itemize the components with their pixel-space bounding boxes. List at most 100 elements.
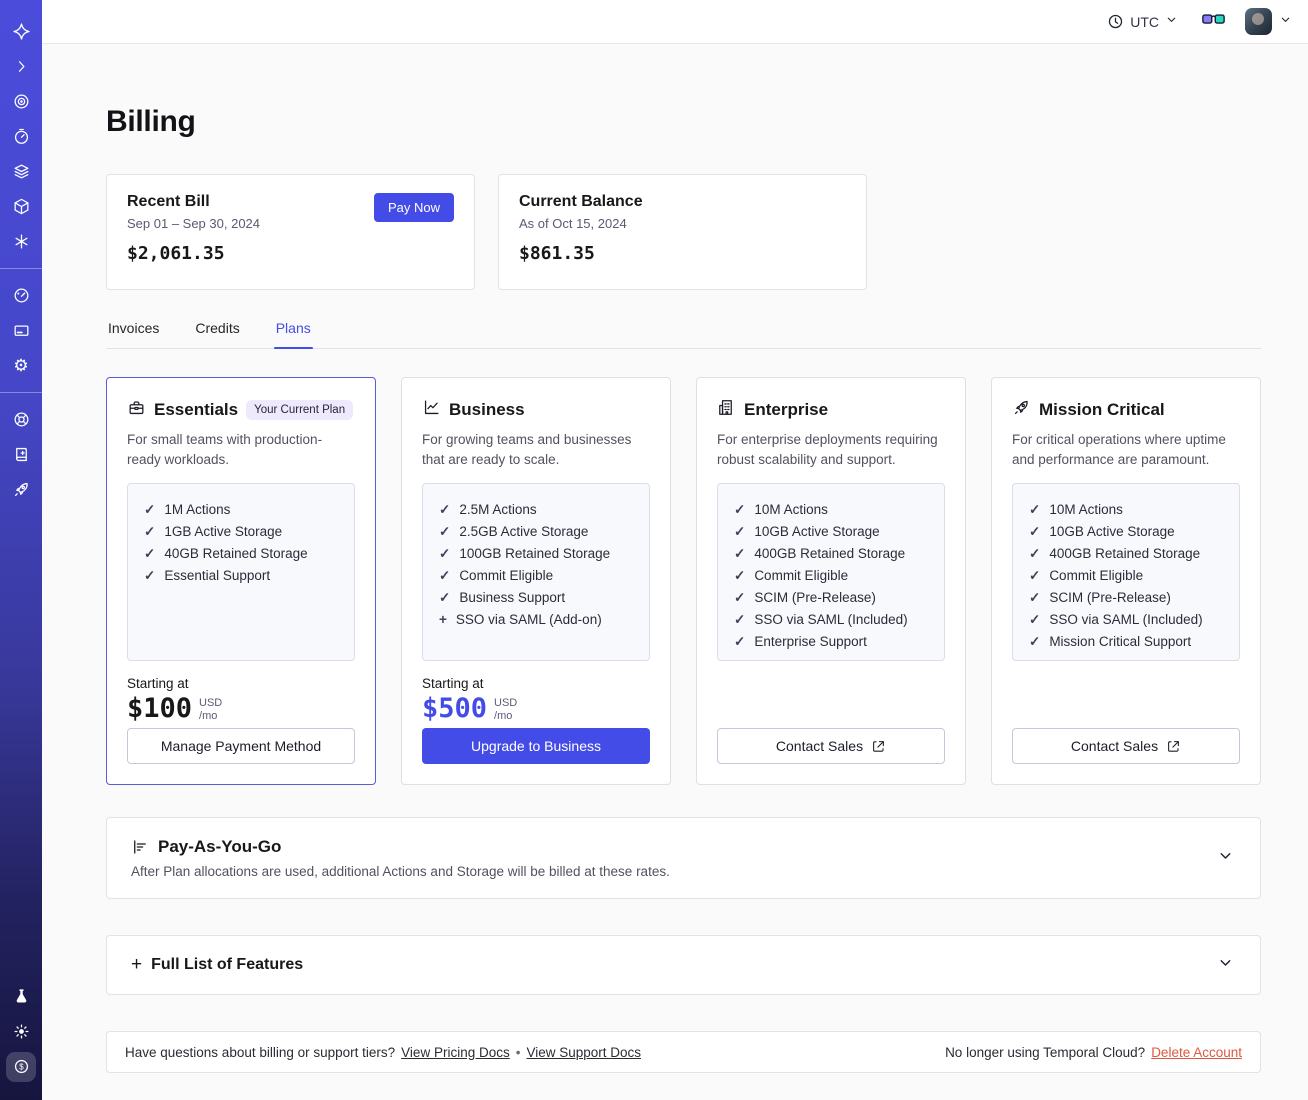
book-icon[interactable] xyxy=(6,440,36,470)
layers-icon[interactable] xyxy=(6,157,36,187)
check-icon: ✓ xyxy=(734,523,746,539)
summary-row: Recent Bill Sep 01 – Sep 30, 2024 Pay No… xyxy=(106,174,1261,290)
cube-icon[interactable] xyxy=(6,192,36,222)
feature-item: ✓ SCIM (Pre-Release) xyxy=(1029,587,1223,609)
footer-question: Have questions about billing or support … xyxy=(125,1044,396,1060)
feature-item: ✓ 1GB Active Storage xyxy=(144,521,338,543)
lifebuoy-icon[interactable] xyxy=(6,405,36,435)
delete-question: No longer using Temporal Cloud? xyxy=(945,1044,1146,1060)
check-icon: ✓ xyxy=(1029,545,1041,561)
contact-sales-button[interactable]: Contact Sales xyxy=(1012,728,1240,764)
feature-item: ✓ 10M Actions xyxy=(1029,499,1223,521)
price-area: Starting at $500 USD/mo xyxy=(422,675,518,724)
contact-sales-button[interactable]: Contact Sales xyxy=(717,728,945,764)
plus-icon: + xyxy=(439,611,447,627)
toolbox-icon xyxy=(127,398,146,422)
external-link-icon xyxy=(1168,740,1179,752)
feature-item: ✓ 400GB Retained Storage xyxy=(1029,543,1223,565)
feature-item: ✓ SSO via SAML (Included) xyxy=(1029,609,1223,631)
building-icon xyxy=(717,398,736,422)
chevron-down-icon[interactable] xyxy=(1217,954,1234,976)
tab-plans[interactable]: Plans xyxy=(273,314,313,349)
recent-bill-card: Recent Bill Sep 01 – Sep 30, 2024 Pay No… xyxy=(106,174,475,290)
check-icon: ✓ xyxy=(144,567,156,583)
flask-icon[interactable] xyxy=(6,982,36,1012)
check-icon: ✓ xyxy=(734,545,746,561)
rocket-icon[interactable] xyxy=(6,475,36,505)
check-icon: ✓ xyxy=(734,567,746,583)
sidebar-divider xyxy=(0,268,42,269)
timezone-selector[interactable]: UTC xyxy=(1107,13,1178,31)
chart-line-icon xyxy=(422,398,441,422)
chevron-down-icon[interactable] xyxy=(1217,847,1234,869)
plan-description: For small teams with production-ready wo… xyxy=(127,432,323,468)
feature-item: ✓ 2.5M Actions xyxy=(439,499,633,521)
check-icon: ✓ xyxy=(144,523,156,539)
feature-item: + SSO via SAML (Add-on) xyxy=(439,609,633,631)
delete-account-link[interactable]: Delete Account xyxy=(1151,1045,1242,1060)
feature-item: ✓ SSO via SAML (Included) xyxy=(734,609,928,631)
page-title: Billing xyxy=(106,105,196,138)
plus-icon: + xyxy=(131,954,143,975)
tab-credits[interactable]: Credits xyxy=(193,314,241,348)
gauge-icon[interactable] xyxy=(6,281,36,311)
plan-name: Mission Critical xyxy=(1039,400,1165,419)
plan-name: Essentials xyxy=(154,400,239,419)
clock-icon xyxy=(1107,13,1124,30)
manage-payment-method-button[interactable]: Manage Payment Method xyxy=(127,728,355,764)
feature-item: ✓ Mission Critical Support xyxy=(1029,631,1223,653)
feature-item: ✓ 10M Actions xyxy=(734,499,928,521)
recent-bill-title: Recent Bill xyxy=(127,193,210,210)
card-icon[interactable] xyxy=(6,316,36,346)
plan-description: For enterprise deployments requiring rob… xyxy=(717,432,938,468)
glasses-icon[interactable] xyxy=(1202,12,1225,32)
upgrade-to-business-button[interactable]: Upgrade to Business xyxy=(422,728,650,764)
check-icon: ✓ xyxy=(1029,523,1041,539)
temporal-logo-icon[interactable] xyxy=(6,17,36,47)
check-icon: ✓ xyxy=(144,501,156,517)
plan-description: For growing teams and businesses that ar… xyxy=(422,432,632,468)
svg-text:$: $ xyxy=(19,1062,24,1071)
feature-item: ✓ 100GB Retained Storage xyxy=(439,543,633,565)
chevron-right-icon[interactable] xyxy=(6,52,36,82)
current-balance-date: As of Oct 15, 2024 xyxy=(519,216,627,231)
gear-icon[interactable]: ⚙ xyxy=(6,351,36,381)
timezone-label: UTC xyxy=(1130,13,1159,30)
check-icon: ✓ xyxy=(439,523,451,539)
sun-icon[interactable] xyxy=(6,1017,36,1047)
pay-now-button[interactable]: Pay Now xyxy=(373,193,454,222)
check-icon: ✓ xyxy=(734,611,746,627)
view-support-docs-link[interactable]: View Support Docs xyxy=(526,1045,641,1060)
sidebar-divider xyxy=(0,392,42,393)
feature-item: ✓ Business Support xyxy=(439,587,633,609)
check-icon: ✓ xyxy=(1029,589,1041,605)
plan-card-enterprise: Enterprise For enterprise deployments re… xyxy=(696,377,966,785)
feature-list: ✓ 10M Actions ✓ 10GB Active Storage ✓ 400GB… xyxy=(1012,482,1240,661)
plan-name: Enterprise xyxy=(744,400,829,419)
feature-item: ✓ 2.5GB Active Storage xyxy=(439,521,633,543)
feature-list: ✓ 2.5M Actions ✓ 2.5GB Active Storage ✓ 100… xyxy=(422,482,650,661)
full-features-accordion[interactable]: + Full List of Features xyxy=(106,935,1261,995)
timer-icon[interactable] xyxy=(6,122,36,152)
rocket-icon xyxy=(1012,398,1031,422)
bar-chart-icon xyxy=(134,840,146,854)
current-balance-card: Current Balance As of Oct 15, 2024 $861.… xyxy=(498,174,867,290)
asterisk-icon[interactable] xyxy=(6,227,36,257)
billing-dollar-icon[interactable]: $ xyxy=(6,1051,36,1082)
check-icon: ✓ xyxy=(734,501,746,517)
spiral-icon[interactable] xyxy=(6,87,36,117)
check-icon: ✓ xyxy=(144,545,156,561)
user-avatar[interactable] xyxy=(1245,8,1272,35)
billing-tabs: Invoices Credits Plans xyxy=(106,314,1261,349)
chevron-down-icon[interactable] xyxy=(1279,13,1292,31)
price-area: Starting at $100 USD/mo xyxy=(127,675,223,724)
payg-title: Pay-As-You-Go xyxy=(158,837,282,856)
feature-list: ✓ 1M Actions ✓ 1GB Active Storage ✓ 40GB Re… xyxy=(127,482,355,661)
view-pricing-docs-link[interactable]: View Pricing Docs xyxy=(401,1045,510,1060)
feature-item: ✓ 40GB Retained Storage xyxy=(144,543,338,565)
tab-invoices[interactable]: Invoices xyxy=(106,314,161,348)
check-icon: ✓ xyxy=(734,589,746,605)
sidebar: ⚙ $ xyxy=(0,0,42,1100)
pay-as-you-go-accordion[interactable]: Pay-As-You-Go After Plan allocations are… xyxy=(106,817,1261,899)
check-icon: ✓ xyxy=(439,501,451,517)
